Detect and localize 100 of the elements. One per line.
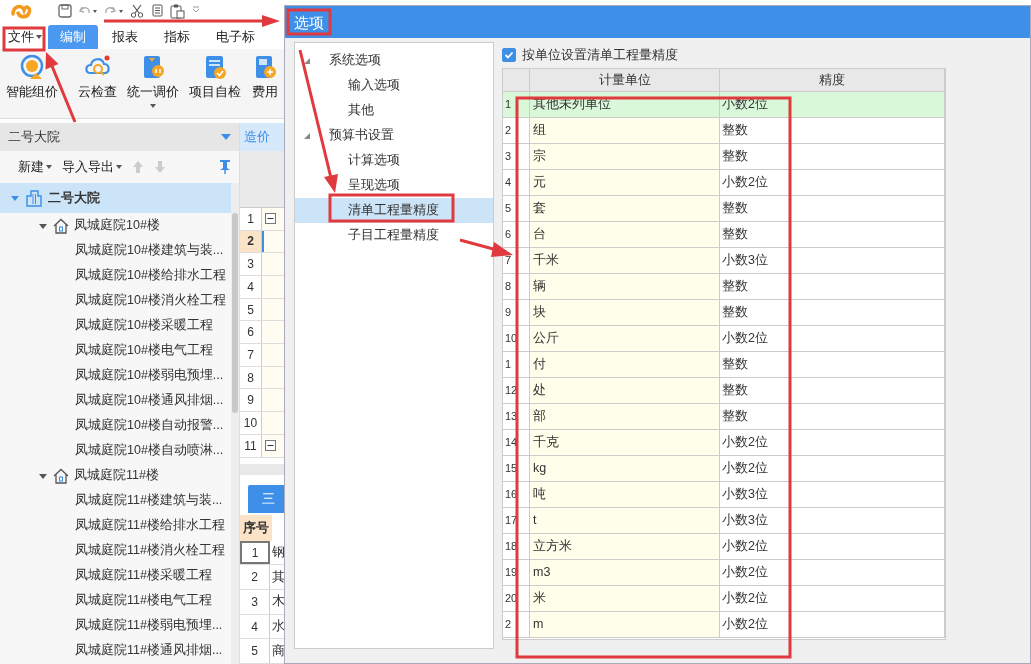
table-cell: 小数3位 (720, 508, 945, 533)
tree-item[interactable]: 凤城庭院11#楼 (0, 463, 231, 488)
table-cell: 小数2位 (720, 326, 945, 351)
ribbon-button[interactable]: 项目自检 (187, 53, 243, 118)
nav-item[interactable]: 呈现选项 (295, 173, 493, 198)
row-number[interactable]: 5 (240, 639, 270, 664)
table-row[interactable]: 8 辆 整数 (503, 274, 945, 300)
tree-item[interactable]: 凤城庭院10#楼弱电预埋... (0, 363, 231, 388)
tree-item[interactable]: 凤城庭院10#楼建筑与装... (0, 238, 231, 263)
tree-item[interactable]: 凤城庭院10#楼消火栓工程 (0, 288, 231, 313)
home-icon (53, 467, 69, 484)
expand-icon[interactable] (303, 131, 311, 140)
table-cell: t (530, 508, 720, 533)
expand-icon[interactable] (303, 56, 311, 65)
nav-item[interactable]: 子目工程量精度 (295, 223, 493, 248)
nav-item[interactable]: 系统选项 (295, 48, 493, 73)
nav-item[interactable]: 计算选项 (295, 148, 493, 173)
table-row[interactable]: 15 kg 小数2位 (503, 456, 945, 482)
table-cell: 整数 (720, 118, 945, 143)
copy-icon[interactable] (150, 4, 164, 18)
table-cell (262, 253, 285, 275)
tree-item[interactable]: 凤城庭院10#楼 (0, 213, 231, 238)
table-row[interactable]: 9 块 整数 (503, 300, 945, 326)
table-row[interactable]: 7 千米 小数3位 (503, 248, 945, 274)
collapse-icon[interactable] (265, 213, 276, 225)
table-cell: kg (530, 456, 720, 481)
table-row[interactable]: 2 组 整数 (503, 118, 945, 144)
dropdown-icon[interactable] (221, 134, 231, 140)
table-cell: 整数 (720, 196, 945, 221)
scrollbar[interactable] (240, 463, 285, 476)
menu-tab[interactable]: 报表 (100, 25, 150, 49)
tree-item[interactable]: 凤城庭院10#楼自动报警... (0, 413, 231, 438)
ribbon-button[interactable]: 云检查 (76, 53, 119, 118)
table-cell: 整数 (720, 300, 945, 325)
table-row[interactable]: 13 部 整数 (503, 404, 945, 430)
table-row[interactable]: 6 台 整数 (503, 222, 945, 248)
tree-item[interactable]: 凤城庭院10#楼给排水工程 (0, 263, 231, 288)
tree-item[interactable]: 凤城庭院11#楼电气工程 (0, 588, 231, 613)
collapse-icon[interactable] (265, 440, 276, 452)
table-cell: 整数 (720, 144, 945, 169)
menu-tab[interactable]: 电子标 (204, 25, 267, 49)
toolbar-button[interactable]: 导入导出 (62, 157, 122, 177)
table-cell-text: 水 (271, 618, 285, 636)
tree-item[interactable]: 二号大院 (0, 183, 231, 213)
tree-item[interactable]: 凤城庭院10#楼采暖工程 (0, 313, 231, 338)
table-row[interactable]: 16 吨 小数3位 (503, 482, 945, 508)
table-cell: 公斤 (530, 326, 720, 351)
paste-icon[interactable] (170, 3, 186, 19)
table-cell-text: 木 (271, 593, 285, 611)
tree-item[interactable]: 凤城庭院10#楼电气工程 (0, 338, 231, 363)
table-row[interactable]: 14 千克 小数2位 (503, 430, 945, 456)
arrow (45, 52, 77, 123)
table-cell: 整数 (720, 222, 945, 247)
row-number[interactable]: 2 (240, 565, 270, 590)
menu-tab[interactable]: 指标 (152, 25, 202, 49)
table-row[interactable]: 3 宗 整数 (503, 144, 945, 170)
table-cell: 处 (530, 378, 720, 403)
row-number[interactable]: 3 (240, 590, 270, 614)
table-cell: 付 (530, 352, 720, 377)
table-cell: 整数 (720, 404, 945, 429)
nav-item[interactable]: 输入选项 (295, 73, 493, 98)
highlight-frame (2, 26, 46, 52)
nav-item[interactable]: 其他 (295, 98, 493, 123)
dialog-title: 选项 (294, 14, 324, 30)
tree-item[interactable]: 凤城庭院11#楼建筑与装... (0, 488, 231, 513)
nav-item[interactable]: 预算书设置 (295, 123, 493, 148)
menu-tab[interactable]: 文件 (4, 25, 46, 49)
home-icon (53, 217, 69, 234)
table-row[interactable]: 5 套 整数 (503, 196, 945, 222)
row-number[interactable]: 4 (240, 614, 270, 639)
table-row[interactable]: 17 t 小数3位 (503, 508, 945, 534)
table-cell-text: 钢 (271, 544, 285, 562)
table-row[interactable]: 2 m 小数2位 (503, 612, 945, 638)
tree-item[interactable]: 凤城庭院10#楼自动喷淋... (0, 438, 231, 463)
checkbox[interactable] (502, 48, 516, 62)
logo-icon (10, 2, 32, 20)
pin-icon[interactable] (219, 159, 231, 175)
tree-item[interactable]: 凤城庭院11#楼给排水工程 (0, 513, 231, 538)
table-cell: 宗 (530, 144, 720, 169)
tree-item[interactable]: 凤城庭院10#楼通风排烟... (0, 388, 231, 413)
table-cell: 立方米 (530, 534, 720, 559)
toolbar-button[interactable]: 新建 (18, 157, 52, 177)
save-icon[interactable] (58, 4, 72, 18)
table-row[interactable]: 18 立方米 小数2位 (503, 534, 945, 560)
scrollbar-thumb[interactable] (232, 213, 238, 413)
ribbon-button[interactable]: 智能组价 (4, 53, 60, 118)
table-row[interactable]: 12 处 整数 (503, 378, 945, 404)
table-row[interactable]: 4 元 小数2位 (503, 170, 945, 196)
tree-item[interactable]: 凤城庭院11#楼弱电预埋... (0, 613, 231, 638)
table-row[interactable]: 1 付 整数 (503, 352, 945, 378)
row-number[interactable]: 1 (240, 540, 270, 565)
cut-icon[interactable] (130, 4, 144, 18)
row-number[interactable]: 2 (240, 230, 262, 253)
ribbon-button[interactable]: 统一调价 (125, 53, 181, 118)
tree-item[interactable]: 凤城庭院11#楼采暖工程 (0, 563, 231, 588)
ribbon-button[interactable]: 费用 (249, 53, 281, 118)
table-cell (262, 321, 285, 344)
tree-item[interactable]: 凤城庭院11#楼通风排烟... (0, 638, 231, 663)
tree-item[interactable]: 凤城庭院11#楼消火栓工程 (0, 538, 231, 563)
table-row[interactable]: 19 m3 小数2位 (503, 560, 945, 586)
